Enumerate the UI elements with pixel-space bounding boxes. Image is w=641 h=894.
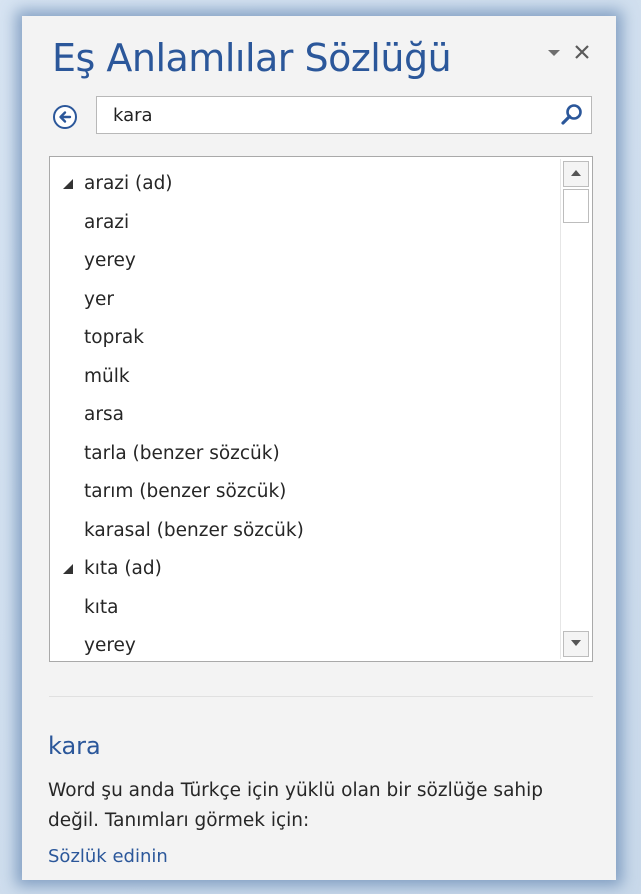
close-icon[interactable] xyxy=(571,40,593,64)
chevron-down-icon[interactable] xyxy=(543,42,565,64)
result-label: yerey xyxy=(84,635,136,656)
pane-title: Eş Anlamlılar Sözlüğü xyxy=(52,36,452,80)
result-word-item[interactable]: arazi xyxy=(50,204,550,243)
result-word-item[interactable]: arsa xyxy=(50,396,550,435)
result-word-item[interactable]: karasal (benzer sözcük) xyxy=(50,512,550,551)
scroll-thumb[interactable] xyxy=(563,189,589,223)
result-group-header[interactable]: arazi (ad) xyxy=(50,165,550,204)
definition-message: Word şu anda Türkçe için yüklü olan bir … xyxy=(48,780,544,831)
result-label: kıta xyxy=(84,596,119,618)
result-label: kıta (ad) xyxy=(84,558,162,579)
result-label: karasal (benzer sözcük) xyxy=(84,519,304,541)
result-label: arazi (ad) xyxy=(84,173,173,194)
result-word-item[interactable]: kıta xyxy=(50,589,550,628)
thesaurus-pane: Eş Anlamlılar Sözlüğü kara arazi (ad) ar… xyxy=(22,16,616,880)
result-label: arsa xyxy=(84,404,124,425)
result-word-item[interactable]: toprak xyxy=(50,319,550,358)
result-label: toprak xyxy=(84,327,144,348)
scroll-down-button[interactable] xyxy=(563,631,589,657)
result-label: tarla (benzer sözcük) xyxy=(84,442,280,464)
result-label: yerey xyxy=(84,250,136,271)
result-group-header[interactable]: kıta (ad) xyxy=(50,550,550,589)
back-arrow-circle-icon[interactable] xyxy=(52,104,78,130)
result-word-item[interactable]: yerey xyxy=(50,242,550,281)
result-word-item[interactable]: tarım (benzer sözcük) xyxy=(50,473,550,512)
window-background: Eş Anlamlılar Sözlüğü kara arazi (ad) ar… xyxy=(0,0,641,894)
result-word-item[interactable]: yerey xyxy=(50,627,550,661)
get-dictionary-link[interactable]: Sözlük edinin xyxy=(48,846,168,867)
result-label: arazi xyxy=(84,211,130,233)
expand-triangle-icon[interactable] xyxy=(62,178,74,190)
result-word-item[interactable]: yer xyxy=(50,281,550,320)
search-input[interactable] xyxy=(97,97,537,133)
results-list: arazi (ad) arazi yerey yer toprak mülk arsa tar… xyxy=(50,165,550,661)
result-label: tarım (benzer sözcük) xyxy=(84,481,287,502)
scroll-up-button[interactable] xyxy=(563,161,589,187)
expand-triangle-icon[interactable] xyxy=(62,563,74,575)
section-divider xyxy=(49,696,593,697)
search-box xyxy=(96,96,592,134)
definition-word: kara xyxy=(48,732,101,760)
results-list-box: arazi (ad) arazi yerey yer toprak mülk arsa tar… xyxy=(49,156,593,662)
result-word-item[interactable]: tarla (benzer sözcük) xyxy=(50,435,550,474)
result-label: mülk xyxy=(84,365,130,387)
search-icon[interactable] xyxy=(559,102,585,128)
vertical-scrollbar[interactable] xyxy=(560,159,590,659)
result-word-item[interactable]: mülk xyxy=(50,358,550,397)
result-label: yer xyxy=(84,288,114,310)
